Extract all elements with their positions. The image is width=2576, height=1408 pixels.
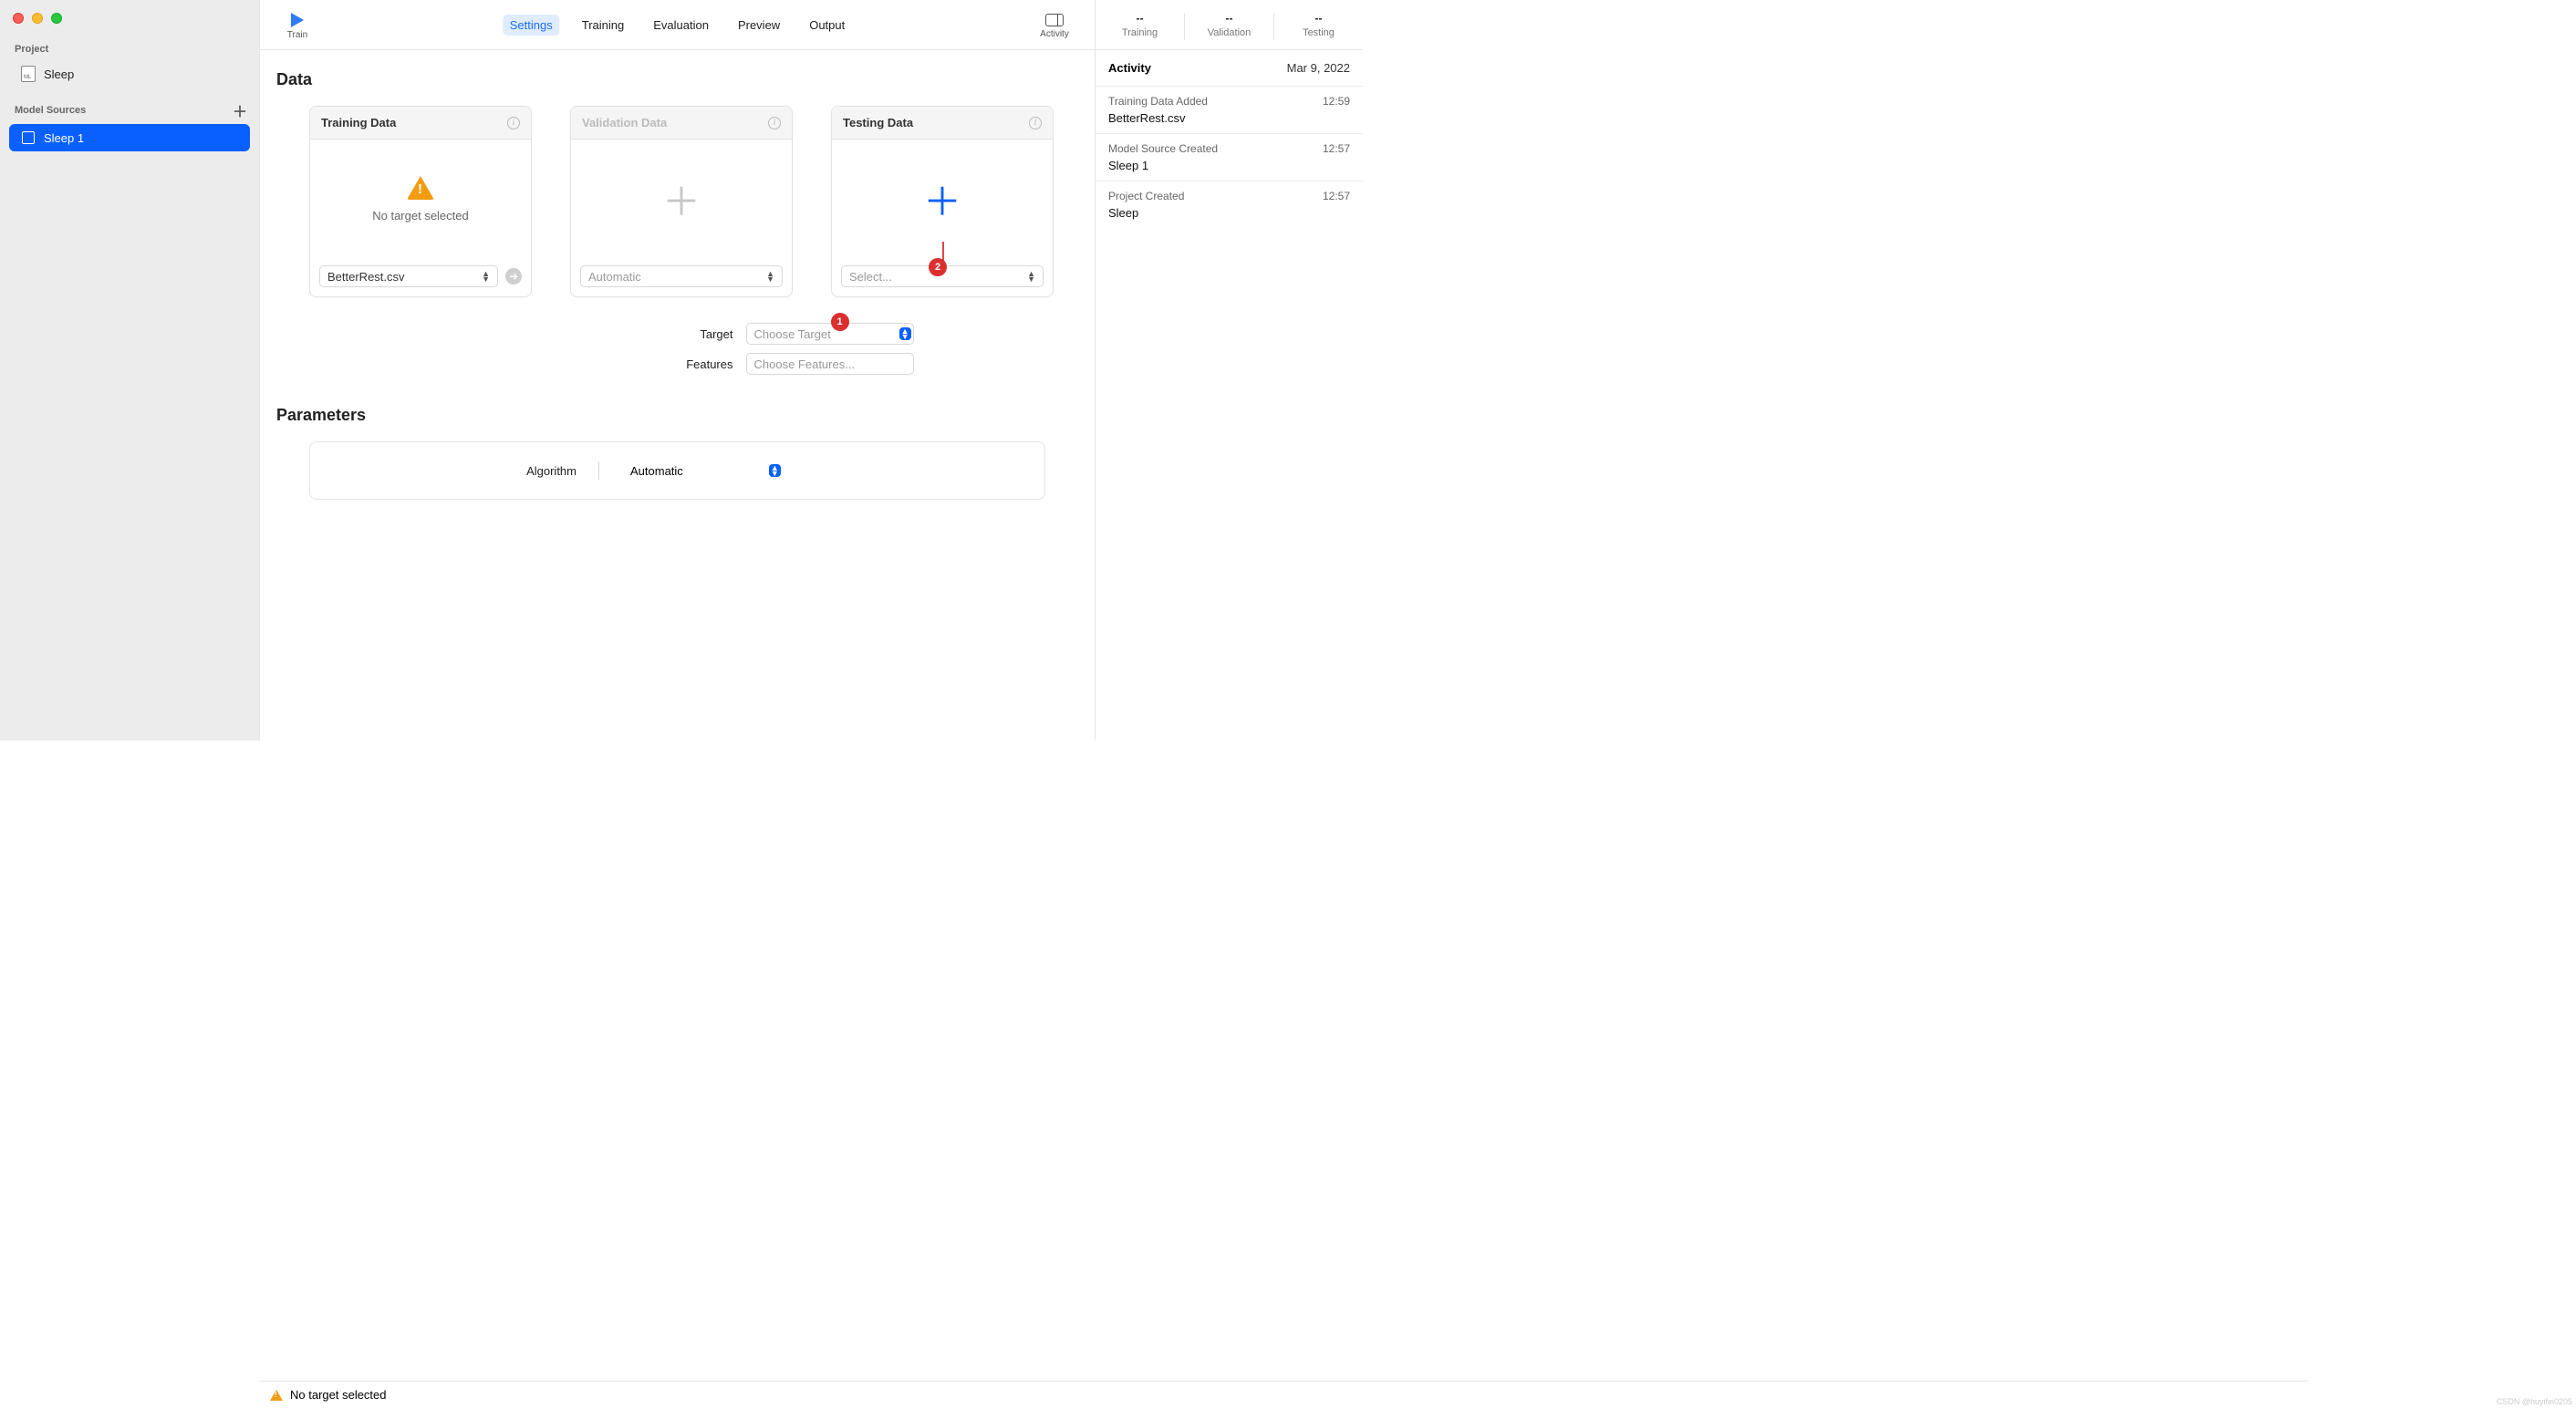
activity-panel-toggle[interactable]: Activity [1031,10,1078,39]
info-icon[interactable]: i [507,117,520,129]
testing-data-select-value: Select... [849,270,892,284]
sidebar-section-project: Project [0,40,259,58]
target-label: Target [441,327,733,341]
metric-validation: -- Validation [1185,0,1273,49]
metric-training: -- Training [1096,0,1184,49]
metric-testing: -- Testing [1274,0,1363,49]
sidebar: Project Sleep Model Sources ＋ Sleep 1 [0,0,259,740]
minimize-window-icon[interactable] [32,13,43,24]
tab-output[interactable]: Output [802,15,852,36]
metrics-bar: -- Training -- Validation -- Testing [1096,0,1363,50]
features-select[interactable]: Choose Features... [746,353,914,375]
sidebar-item-label: Sleep [44,67,74,81]
chevron-updown-icon: ▲▼ [769,464,781,477]
status-message: No target selected [290,1388,387,1402]
main-area: Train Settings Training Evaluation Previ… [259,0,1095,740]
proceed-arrow-button[interactable]: ➔ [505,268,522,285]
activity-entry: Project Created12:57 Sleep [1096,181,1363,228]
sidebar-item-model-sleep-1[interactable]: Sleep 1 [9,124,250,151]
target-features-form: Target Choose Target ▲▼ 1 Features Choos… [276,323,1078,375]
chevron-updown-icon: ▲▼ [482,271,490,282]
toolbar: Train Settings Training Evaluation Previ… [260,0,1095,50]
parameters-heading: Parameters [276,406,1078,425]
sidebar-panel-icon [1045,14,1064,26]
warning-icon [270,1390,283,1401]
annotation-badge-2: 2 [929,258,947,276]
parameters-card: Algorithm Automatic ▲▼ [309,441,1045,500]
info-icon[interactable]: i [768,117,781,129]
warning-icon [407,176,434,200]
activity-entry: Model Source Created12:57 Sleep 1 [1096,133,1363,181]
watermark: CSDN @huyifei0205 [2497,1397,2572,1406]
validation-data-card: Validation Data i ＋ Automatic ▲▼ [570,106,793,297]
train-button[interactable]: Train [276,10,318,40]
fullscreen-window-icon[interactable] [51,13,62,24]
activity-date: Mar 9, 2022 [1287,61,1350,75]
target-select-placeholder: Choose Target [754,327,831,341]
activity-header: Activity Mar 9, 2022 [1096,50,1363,86]
tab-evaluation[interactable]: Evaluation [646,15,716,36]
activity-title: Activity [1108,61,1151,75]
add-validation-data-icon[interactable]: ＋ [662,171,701,227]
play-icon [291,13,304,27]
tab-training[interactable]: Training [575,15,631,36]
training-data-message: No target selected [372,209,469,223]
add-model-source-button[interactable]: ＋ [232,102,248,119]
status-bar: No target selected [259,1381,2308,1408]
training-data-card: Training Data i No target selected Bette… [309,106,532,297]
sidebar-item-label: Sleep 1 [44,131,84,145]
testing-data-card: Testing Data i ＋ Select... ▲▼ 2 [831,106,1054,297]
close-window-icon[interactable] [13,13,24,24]
data-cards: Training Data i No target selected Bette… [276,106,1078,297]
model-box-icon [20,129,36,146]
features-select-placeholder: Choose Features... [754,357,856,371]
data-heading: Data [276,70,1078,89]
target-select[interactable]: Choose Target ▲▼ 1 [746,323,914,345]
chevron-updown-icon: ▲▼ [1027,271,1035,282]
sidebar-item-project-sleep[interactable]: Sleep [9,60,250,88]
validation-data-title: Validation Data [582,116,667,129]
testing-data-title: Testing Data [843,116,913,129]
window-controls [0,5,259,40]
algorithm-label: Algorithm [330,464,576,478]
document-ml-icon [20,66,36,82]
info-icon[interactable]: i [1029,117,1042,129]
algorithm-select[interactable]: Automatic ▲▼ [621,459,786,482]
activity-entry: Training Data Added12:59 BetterRest.csv [1096,86,1363,133]
main-tabs: Settings Training Evaluation Preview Out… [503,15,852,36]
tab-settings[interactable]: Settings [503,15,560,36]
train-button-label: Train [287,30,307,40]
activity-panel: -- Training -- Validation -- Testing Act… [1095,0,1363,740]
add-testing-data-icon[interactable]: ＋ [923,171,961,227]
features-label: Features [441,357,733,371]
validation-data-select[interactable]: Automatic ▲▼ [580,265,783,287]
tab-preview[interactable]: Preview [731,15,787,36]
training-data-select-value: BetterRest.csv [327,270,405,284]
algorithm-value: Automatic [630,464,683,478]
validation-data-select-value: Automatic [588,270,641,284]
content-area: Data Training Data i No target selected … [260,50,1095,740]
annotation-badge-1: 1 [831,313,849,331]
training-data-title: Training Data [321,116,396,129]
sidebar-section-model-sources: Model Sources [15,105,86,116]
chevron-updown-icon: ▲▼ [766,271,774,282]
activity-toggle-label: Activity [1040,29,1069,39]
training-data-select[interactable]: BetterRest.csv ▲▼ [319,265,498,287]
chevron-updown-icon: ▲▼ [899,327,911,340]
